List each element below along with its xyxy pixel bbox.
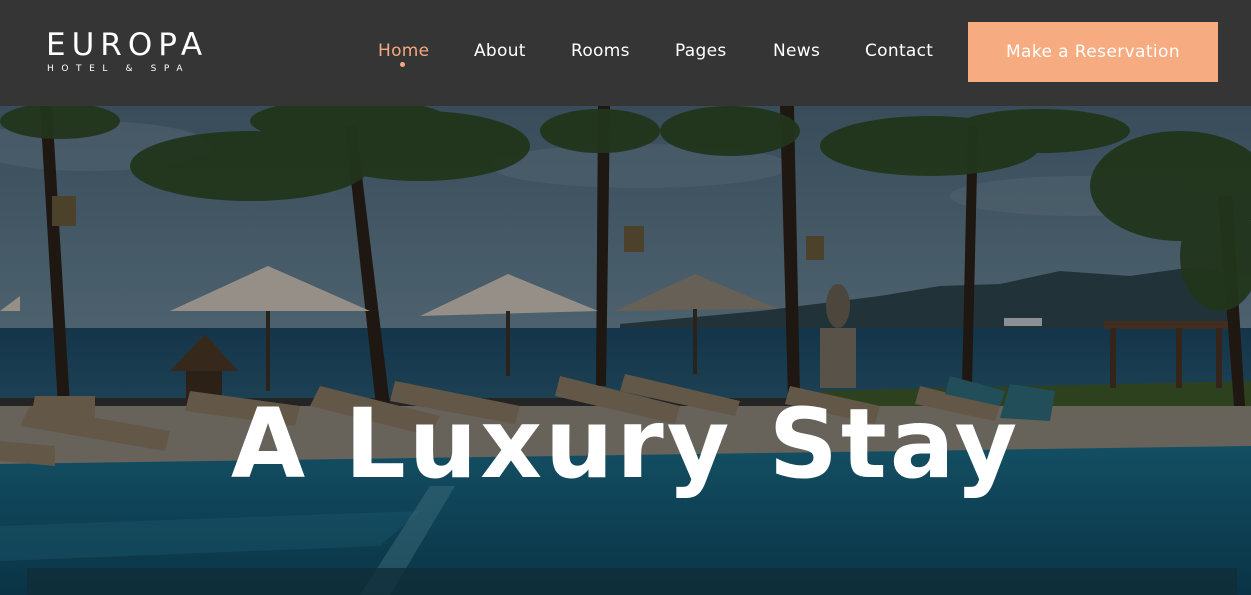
hero-title: A Luxury Stay — [230, 388, 1021, 500]
brand-logo[interactable]: EUROPA HOTEL & SPA — [46, 29, 231, 79]
hero-background-image — [0, 106, 1251, 595]
brand-tagline: HOTEL & SPA — [47, 64, 191, 74]
active-nav-indicator — [400, 62, 405, 67]
hero-section: A Luxury Stay — [0, 106, 1251, 595]
nav-about[interactable]: About — [474, 40, 526, 62]
nav-pages[interactable]: Pages — [675, 40, 727, 62]
nav-news[interactable]: News — [773, 40, 820, 62]
nav-rooms[interactable]: Rooms — [571, 40, 630, 62]
site-header: EUROPA HOTEL & SPA Home About Rooms Page… — [0, 0, 1251, 106]
brand-name: EUROPA — [46, 27, 209, 63]
nav-contact[interactable]: Contact — [865, 40, 933, 62]
make-reservation-button[interactable]: Make a Reservation — [968, 22, 1218, 82]
booking-panel — [27, 568, 1237, 595]
nav-home[interactable]: Home — [378, 40, 429, 62]
